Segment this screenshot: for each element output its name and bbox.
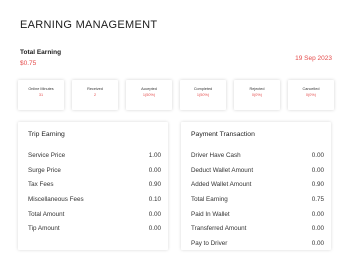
row-label: Total Amount	[28, 210, 65, 218]
page-title: EARNING MANAGEMENT	[20, 19, 158, 31]
list-item: Deduct Wallet Amount 0.00	[191, 167, 324, 182]
list-item: Service Price 1.00	[28, 152, 161, 167]
list-item: Total Amount 0.00	[28, 211, 161, 226]
list-item: Pay to Driver 0.00	[191, 240, 324, 255]
row-value: 0.90	[311, 181, 324, 189]
stat-value: 0(0%)	[305, 93, 317, 97]
trip-earning-card: Trip Earning Service Price 1.00 Surge Pr…	[18, 122, 168, 250]
row-value: 0.00	[311, 166, 324, 174]
row-value: 0.90	[148, 181, 161, 189]
row-value: 0.00	[311, 225, 324, 233]
total-earning-value: $0.75	[20, 60, 37, 67]
trip-earning-rows: Service Price 1.00 Surge Price 0.00 Tax …	[28, 152, 161, 240]
list-item: Tax Fees 0.90	[28, 181, 161, 196]
list-item: Total Earning 0.75	[191, 196, 324, 211]
stat-rejected: Rejected 0(0%)	[234, 80, 280, 110]
row-label: Driver Have Cash	[191, 152, 241, 159]
row-label: Service Price	[28, 152, 66, 159]
row-label: Total Earning	[191, 196, 228, 204]
row-value: 0.00	[311, 240, 324, 248]
row-value: 0.00	[148, 225, 161, 233]
row-value: 0.00	[148, 210, 161, 218]
row-value: 0.10	[148, 196, 161, 204]
stats-bar: Online Minutes 31 Received 2 Accepted 1(…	[18, 80, 334, 110]
list-item: Added Wallet Amount 0.90	[191, 181, 324, 196]
payment-transaction-rows: Driver Have Cash 0.00 Deduct Wallet Amou…	[191, 152, 324, 255]
row-label: Added Wallet Amount	[191, 181, 252, 189]
row-label: Tax Fees	[28, 181, 54, 189]
stat-value: 0(0%)	[251, 93, 263, 97]
stat-accepted: Accepted 1(50%)	[126, 80, 172, 110]
stat-cancelled: Cancelled 0(0%)	[288, 80, 334, 110]
earning-date: 19 Sep 2023	[295, 55, 332, 62]
row-label: Deduct Wallet Amount	[191, 166, 254, 174]
list-item: Surge Price 0.00	[28, 167, 161, 182]
stat-value: 31	[38, 93, 44, 97]
stat-online-minutes: Online Minutes 31	[18, 80, 64, 110]
row-value: 0.00	[311, 210, 324, 218]
payment-transaction-card: Payment Transaction Driver Have Cash 0.0…	[181, 122, 331, 250]
row-label: Miscellaneous Fees	[28, 196, 84, 204]
row-label: Tip Amount	[28, 225, 60, 233]
row-value: 0.00	[148, 166, 161, 174]
card-title: Trip Earning	[28, 131, 65, 138]
row-label: Surge Price	[28, 166, 61, 174]
stat-value: 1(50%)	[196, 93, 210, 97]
card-title: Payment Transaction	[191, 131, 255, 138]
row-label: Pay to Driver	[191, 240, 228, 248]
row-label: Transferred Amount	[191, 225, 247, 233]
list-item: Miscellaneous Fees 0.10	[28, 196, 161, 211]
stat-value: 2	[93, 93, 97, 97]
row-label: Paid In Wallet	[191, 210, 230, 218]
stat-value: 1(50%)	[142, 93, 156, 97]
list-item: Driver Have Cash 0.00	[191, 152, 324, 167]
list-item: Transferred Amount 0.00	[191, 225, 324, 240]
row-value: 1.00	[148, 152, 161, 159]
stat-completed: Completed 1(50%)	[180, 80, 226, 110]
list-item: Tip Amount 0.00	[28, 225, 161, 240]
list-item: Paid In Wallet 0.00	[191, 211, 324, 226]
row-value: 0.75	[311, 196, 324, 204]
row-value: 0.00	[311, 152, 324, 159]
stat-received: Received 2	[72, 80, 118, 110]
total-earning-label: Total Earning	[20, 49, 62, 56]
